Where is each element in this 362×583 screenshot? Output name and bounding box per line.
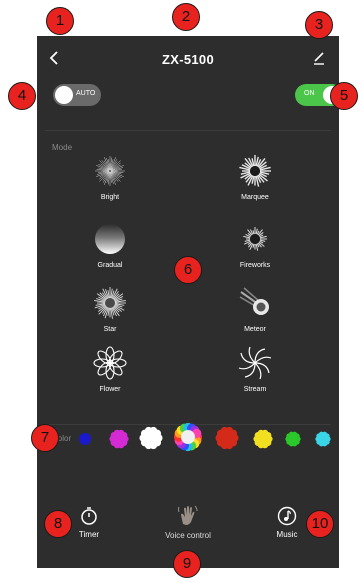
stream-swirl-icon — [238, 346, 272, 380]
hand-wave-icon — [178, 505, 198, 525]
callout-badge: 9 — [173, 550, 201, 578]
music-note-icon — [277, 506, 297, 526]
mode-label: Star — [103, 326, 117, 333]
mode-bright[interactable]: Bright — [70, 154, 150, 201]
color-swatch-magenta[interactable] — [109, 429, 129, 454]
gradual-circle-icon — [95, 224, 125, 254]
edit-pencil-icon[interactable] — [309, 48, 329, 68]
color-swatch-white[interactable] — [139, 426, 163, 455]
mode-gradual[interactable]: Gradual — [70, 222, 150, 269]
mode-label: Gradual — [97, 262, 123, 269]
callout-badge: 5 — [330, 82, 358, 110]
color-swatch-rainbow[interactable] — [173, 422, 203, 457]
mode-star[interactable]: Star — [70, 286, 150, 333]
meteor-icon — [239, 287, 269, 315]
callout-badge: 4 — [8, 82, 36, 110]
divider — [45, 130, 331, 131]
mode-section-label: Mode — [52, 143, 73, 152]
mode-label: Fireworks — [239, 262, 271, 269]
app-screen: ZX-5100 AUTO ON Mode Bright Marquee Grad… — [37, 36, 343, 568]
star-burst-icon — [94, 287, 126, 319]
callout-badge: 2 — [172, 3, 200, 31]
voice-control-label: Voice control — [165, 531, 211, 540]
callout-badge: 10 — [306, 510, 334, 538]
stopwatch-icon — [81, 507, 97, 525]
bright-burst-icon — [95, 156, 125, 186]
callout-badge: 1 — [46, 7, 74, 35]
callout-badge: 6 — [174, 256, 202, 284]
toggle-knob — [55, 86, 73, 104]
callout-badge: 3 — [305, 11, 333, 39]
mode-label: Stream — [243, 386, 267, 393]
mode-marquee[interactable]: Marquee — [215, 154, 295, 201]
power-toggle-label: ON — [304, 90, 315, 97]
mode-label: Marquee — [241, 194, 269, 201]
callout-badge: 7 — [31, 424, 59, 452]
color-swatch-cyan[interactable] — [315, 431, 331, 452]
color-swatch-yellow[interactable] — [253, 429, 273, 454]
mode-stream[interactable]: Stream — [215, 346, 295, 393]
device-title: ZX-5100 — [162, 52, 214, 67]
auto-toggle[interactable]: AUTO — [53, 84, 101, 106]
mode-label: Meteor — [244, 326, 266, 333]
voice-control-button[interactable]: Voice control — [148, 503, 228, 540]
marquee-sun-icon — [239, 155, 271, 187]
color-swatch-blue[interactable] — [77, 431, 93, 452]
mode-fireworks[interactable]: Fireworks — [215, 222, 295, 269]
fireworks-icon — [243, 227, 267, 251]
color-swatch-red[interactable] — [215, 426, 239, 455]
auto-toggle-label: AUTO — [76, 90, 96, 97]
mode-label: Bright — [100, 194, 120, 201]
callout-badge: 8 — [44, 510, 72, 538]
mode-flower[interactable]: Flower — [70, 346, 150, 393]
mode-label: Flower — [99, 386, 121, 393]
flower-icon — [93, 346, 127, 380]
color-swatch-green[interactable] — [285, 431, 301, 452]
mode-meteor[interactable]: Meteor — [215, 286, 295, 333]
